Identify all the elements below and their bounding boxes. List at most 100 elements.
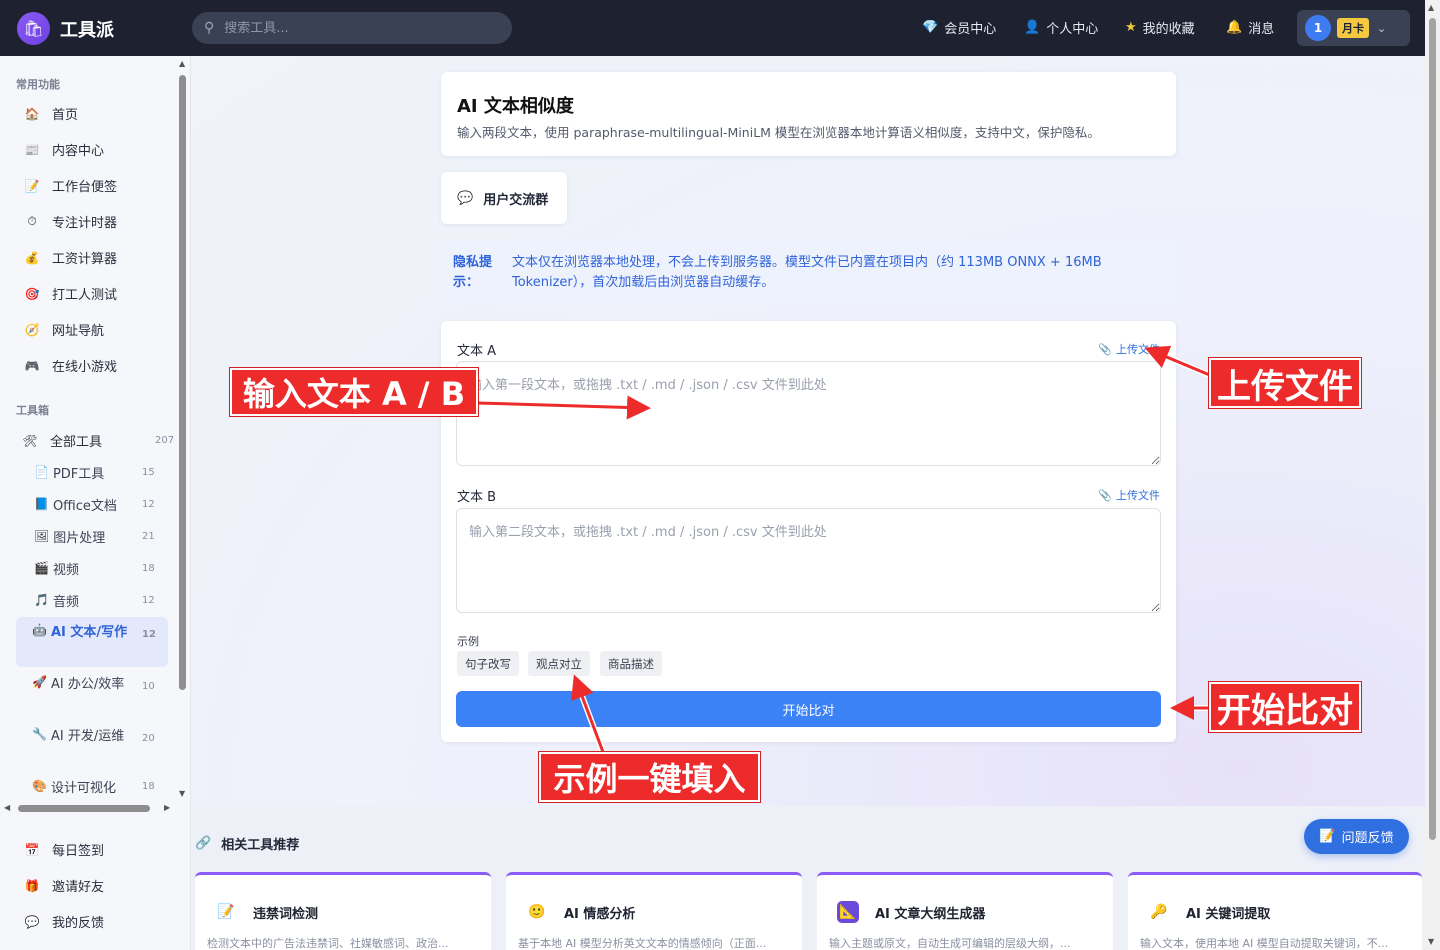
search-input[interactable] (224, 20, 475, 36)
speech-bubble-icon: 💬 (24, 914, 40, 929)
related-tool-card[interactable]: 🔑 AI 关键词提取 输入文本，使用本地 AI 模型自动提取关键词，不... (1128, 872, 1422, 950)
user-menu[interactable]: 1 月卡 ⌄ (1297, 10, 1410, 46)
link-label: 上传文件 (1116, 343, 1160, 356)
logo-icon[interactable]: 🛍 (17, 12, 50, 45)
smile-icon: 🙂 (528, 904, 546, 920)
diamond-icon: 💎 (922, 20, 939, 35)
count-badge: 12 (142, 629, 156, 640)
sidebar-cat-image[interactable]: 🖼 图片处理 21 (34, 529, 174, 549)
related-tool-card[interactable]: 📐 AI 文章大纲生成器 输入主题或原文，自动生成可编辑的层级大纲，... (817, 872, 1113, 950)
top-bar: 🛍 工具派 ⚲ 💎 会员中心 👤 个人中心 ★ 我的收藏 🔔 消息 1 月卡 ⌄ (0, 0, 1425, 56)
scroll-right-icon[interactable]: ▶ (164, 803, 170, 812)
sidebar-cat-ai-office[interactable]: 🚀 AI 办公/效率 10 (32, 675, 172, 695)
comparison-form: 文本 A 📎上传文件 文本 B 📎上传文件 示例 句子改写 观点对立 商品描述 … (441, 321, 1176, 742)
text-b-label: 文本 B (457, 490, 497, 505)
scroll-left-icon[interactable]: ◀ (4, 803, 10, 812)
button-label: 问题反馈 (1341, 831, 1394, 846)
sidebar-item-label: PDF工具 (52, 467, 105, 482)
timer-icon: ⏱ (27, 214, 37, 228)
paperclip-icon: 📎 (1098, 342, 1112, 356)
sidebar-item-feedback[interactable]: 💬 我的反馈 (24, 912, 105, 932)
tool-name: AI 关键词提取 (1186, 907, 1271, 922)
sidebar-cat-audio[interactable]: 🎵 音频 12 (34, 593, 174, 613)
plan-badge: 月卡 (1337, 18, 1369, 38)
sidebar-cat-video[interactable]: 🎬 视频 18 (34, 561, 174, 581)
sidebar-item-invite[interactable]: 🎁 邀请好友 (24, 876, 105, 896)
sidebar-item-content[interactable]: 📰 内容中心 (24, 140, 105, 160)
wrench-icon: 🔧 (32, 727, 47, 741)
sidebar-item-all-tools[interactable]: 🛠 全部工具 207 (22, 431, 174, 451)
sidebar: 常用功能 🏠 首页 📰 内容中心 📝 工作台便签 ⏱ 专注计时器 💰 工资计算器 🎯 打工人… (0, 56, 191, 950)
sidebar-hscroll[interactable]: ◀ ▶ (4, 802, 174, 814)
nav-profile[interactable]: 👤 个人中心 (1024, 18, 1098, 37)
text-a-input[interactable] (456, 361, 1161, 466)
scrollbar-thumb[interactable] (18, 805, 150, 812)
paperclip-icon: 📎 (1098, 488, 1112, 502)
text-b-input[interactable] (456, 508, 1161, 613)
user-group-button[interactable]: 💬 用户交流群 (441, 172, 567, 224)
scroll-up-icon[interactable]: ▲ (1428, 3, 1434, 12)
sidebar-item-label: 设计可视化 (50, 781, 116, 796)
scroll-down-icon[interactable]: ▼ (179, 789, 185, 798)
sidebar-item-label: AI 开发/运维 (50, 729, 125, 744)
tools-icon: 🛠 (22, 433, 38, 448)
search-icon: ⚲ (204, 20, 215, 36)
sidebar-item-label: 音频 (52, 595, 79, 610)
feedback-button[interactable]: 📝 问题反馈 (1304, 819, 1409, 854)
related-tool-card[interactable]: 📝 违禁词检测 检测文本中的广告法违禁词、社媒敏感词、政治... (195, 872, 491, 950)
sidebar-item-salary[interactable]: 💰 工资计算器 (24, 248, 118, 268)
scroll-down-icon[interactable]: ▼ (1428, 937, 1434, 946)
tool-desc: 输入文本，使用本地 AI 模型自动提取关键词，不... (1140, 937, 1389, 950)
outline-icon: 📐 (837, 901, 859, 923)
page-subtitle: 输入两段文本，使用 paraphrase-multilingual-MiniLM… (457, 125, 1100, 140)
sidebar-item-label: 视频 (52, 563, 79, 578)
scroll-up-icon[interactable]: ▲ (179, 59, 185, 68)
sidebar-item-timer[interactable]: ⏱ 专注计时器 (24, 212, 117, 231)
nav-label: 消息 (1248, 22, 1275, 37)
sidebar-cat-design[interactable]: 🎨 设计可视化 18 (32, 779, 172, 799)
tool-desc: 输入主题或原文，自动生成可编辑的层级大纲，... (829, 937, 1071, 950)
sidebar-cat-ai-writing[interactable]: 🤖 AI 文本/写作 12 (32, 623, 172, 643)
star-icon: ★ (1125, 20, 1137, 35)
search-box[interactable]: ⚲ (192, 12, 512, 44)
nav-label: 个人中心 (1046, 22, 1099, 37)
sidebar-item-nav[interactable]: 🧭 网址导航 (24, 320, 105, 340)
chevron-down-icon: ⌄ (1377, 21, 1387, 35)
section-title: 相关工具推荐 (221, 838, 300, 853)
sidebar-item-label: 工资计算器 (52, 252, 118, 267)
sidebar-cat-ai-dev[interactable]: 🔧 AI 开发/运维 20 (32, 727, 172, 747)
nav-favorites[interactable]: ★ 我的收藏 (1125, 18, 1195, 37)
window-scrollbar[interactable]: ▲ ▼ (1425, 0, 1440, 950)
upload-file-a-button[interactable]: 📎 上传文件 (1098, 341, 1160, 357)
privacy-text: 文本仅在浏览器本地处理，不会上传到服务器。模型文件已内置在项目内（约 113MB… (512, 255, 1102, 290)
privacy-label: 隐私提示： (453, 255, 493, 290)
sidebar-cat-office[interactable]: 📘 Office文档 12 (34, 497, 174, 517)
nav-member-center[interactable]: 💎 会员中心 (922, 18, 996, 37)
sidebar-item-worker-test[interactable]: 🎯 打工人测试 (24, 284, 118, 304)
related-tool-card[interactable]: 🙂 AI 情感分析 基于本地 AI 模型分析英文文本的情感倾向（正面... (506, 872, 802, 950)
scrollbar-thumb[interactable] (1429, 18, 1436, 840)
tool-desc: 基于本地 AI 模型分析英文文本的情感倾向（正面... (518, 937, 767, 950)
sidebar-item-notes[interactable]: 📝 工作台便签 (24, 176, 118, 196)
sidebar-item-checkin[interactable]: 📅 每日签到 (24, 840, 105, 860)
gift-icon: 🎁 (24, 878, 40, 893)
sidebar-item-label: 邀请好友 (52, 880, 105, 895)
text-a-label: 文本 A (457, 344, 497, 359)
sidebar-item-games[interactable]: 🎮 在线小游戏 (24, 356, 118, 376)
memo-icon: 📝 (24, 178, 40, 193)
example-chip[interactable]: 观点对立 (528, 651, 590, 676)
bell-icon: 🔔 (1226, 20, 1243, 35)
nav-messages[interactable]: 🔔 消息 (1226, 18, 1274, 37)
upload-file-b-button[interactable]: 📎 上传文件 (1098, 487, 1160, 503)
app-title[interactable]: 工具派 (60, 16, 114, 42)
example-chip[interactable]: 句子改写 (457, 651, 519, 676)
scrollbar-thumb[interactable] (179, 75, 186, 690)
music-icon: 🎵 (34, 593, 49, 607)
example-chip[interactable]: 商品描述 (600, 651, 662, 676)
nav-label: 会员中心 (944, 22, 997, 37)
sidebar-vscroll[interactable]: ▲ ▼ (178, 59, 188, 798)
page-title: AI 文本相似度 (457, 96, 574, 117)
start-compare-button[interactable]: 开始比对 (456, 691, 1161, 727)
sidebar-item-home[interactable]: 🏠 首页 (24, 104, 79, 124)
sidebar-cat-pdf[interactable]: 📄 PDF工具 15 (34, 465, 174, 485)
